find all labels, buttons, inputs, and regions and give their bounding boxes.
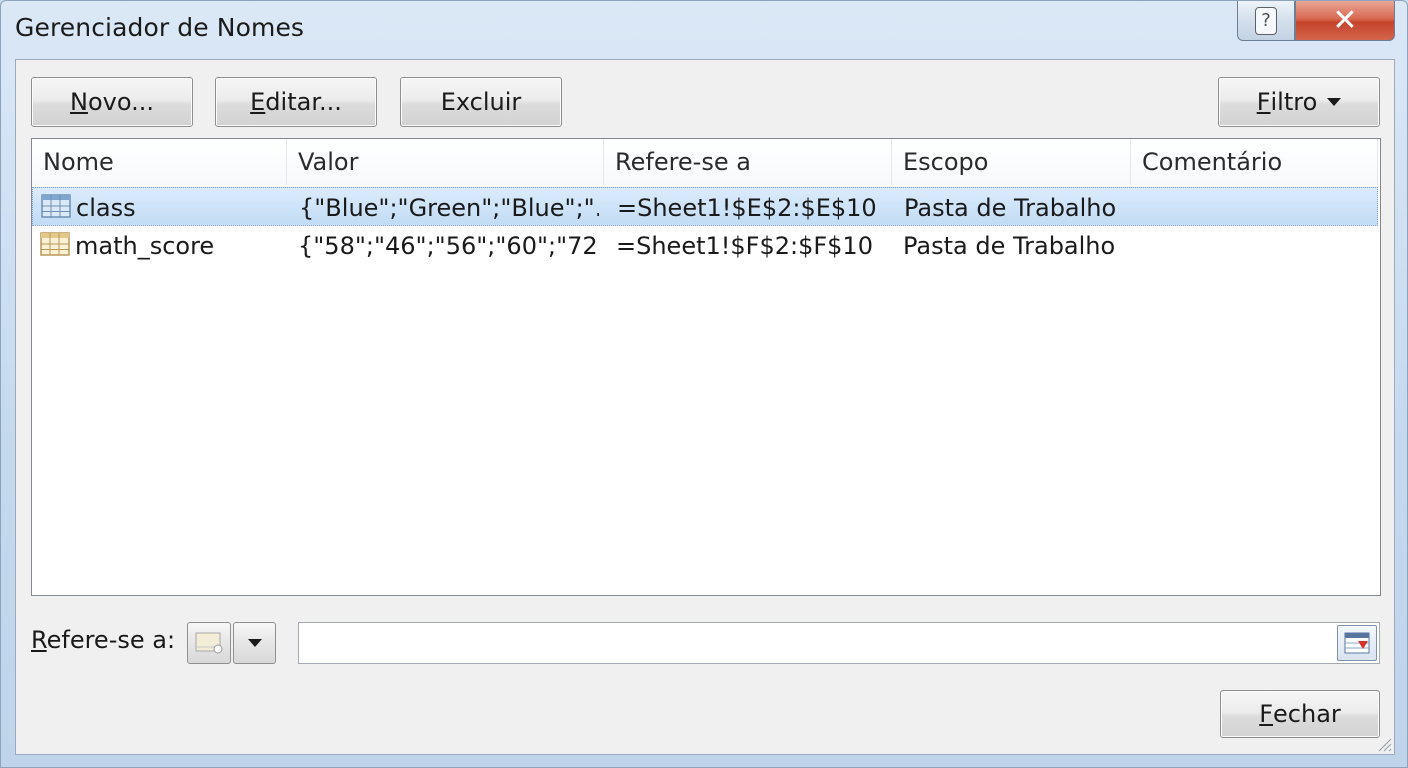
refers-to-label: Refere-se a:: [31, 626, 175, 654]
close-button[interactable]: Fechar: [1220, 690, 1380, 738]
range-name-icon: [41, 194, 71, 218]
question-mark-icon: ?: [1255, 6, 1277, 35]
filter-button-label: iltro: [1270, 88, 1318, 116]
edit-button-label: ditar...: [265, 88, 342, 116]
cancel-edit-button[interactable]: [187, 622, 231, 664]
new-button-mnemonic: N: [70, 88, 88, 116]
close-button-label: echar: [1273, 700, 1341, 728]
names-list[interactable]: Nome Valor Refere-se a Escopo Comentário…: [31, 138, 1381, 596]
cancel-edit-icon: [195, 632, 223, 654]
name-manager-dialog: Gerenciador de Nomes ? ✕ Novo... Editar.…: [0, 0, 1408, 768]
title-bar: Gerenciador de Nomes ? ✕: [1, 1, 1407, 59]
edit-button-mnemonic: E: [250, 88, 266, 116]
collapse-dialog-button[interactable]: [1337, 625, 1377, 661]
row-refers-to: =Sheet1!$E$2:$E$10: [617, 193, 877, 222]
edit-button[interactable]: Editar...: [215, 77, 377, 127]
delete-button-label: Excluir: [440, 88, 522, 116]
row-scope: Pasta de Trabalho: [903, 231, 1116, 260]
close-button-mnemonic: F: [1259, 700, 1274, 728]
range-name-icon: [40, 232, 70, 256]
chevron-down-icon: [247, 639, 262, 647]
row-scope: Pasta de Trabalho: [904, 193, 1117, 222]
list-header: Nome Valor Refere-se a Escopo Comentário: [32, 139, 1380, 185]
new-button-label: ovo...: [87, 88, 154, 116]
row-value: {"Blue";"Green";"Blue";"...: [299, 193, 599, 222]
new-button[interactable]: Novo...: [31, 77, 193, 127]
refers-to-mnemonic: R: [31, 626, 47, 654]
refers-to-input[interactable]: [298, 622, 1380, 664]
dialog-body: Novo... Editar... Excluir Filtro Nome Va…: [15, 59, 1395, 755]
help-button[interactable]: ?: [1237, 1, 1295, 41]
column-header-value[interactable]: Valor: [287, 139, 604, 185]
dialog-title: Gerenciador de Nomes: [15, 13, 305, 42]
column-header-comment[interactable]: Comentário: [1131, 139, 1378, 185]
commit-dropdown-button[interactable]: [233, 622, 276, 664]
table-row[interactable]: class {"Blue";"Green";"Blue";"... =Sheet…: [32, 187, 1378, 226]
refers-to-label-text: efere-se a:: [46, 626, 176, 654]
collapse-dialog-icon: [1344, 632, 1370, 654]
column-header-refers-to[interactable]: Refere-se a: [604, 139, 892, 185]
row-refers-to: =Sheet1!$F$2:$F$10: [616, 231, 873, 260]
close-icon: ✕: [1332, 3, 1358, 38]
table-row[interactable]: math_score {"58";"46";"56";"60";"72... =…: [32, 226, 1378, 265]
filter-button[interactable]: Filtro: [1218, 77, 1380, 127]
row-name: math_score: [75, 231, 215, 260]
column-header-name[interactable]: Nome: [32, 139, 287, 185]
row-value: {"58";"46";"56";"60";"72...: [298, 231, 598, 260]
close-window-button[interactable]: ✕: [1295, 1, 1395, 41]
row-comment: [1143, 188, 1373, 227]
filter-button-mnemonic: F: [1256, 88, 1271, 116]
delete-button[interactable]: Excluir: [400, 77, 562, 127]
row-comment: [1142, 226, 1372, 265]
resize-grip-icon[interactable]: [1374, 734, 1392, 752]
dropdown-arrow-icon: [1327, 98, 1342, 106]
column-header-scope[interactable]: Escopo: [892, 139, 1131, 185]
row-name: class: [76, 193, 136, 222]
